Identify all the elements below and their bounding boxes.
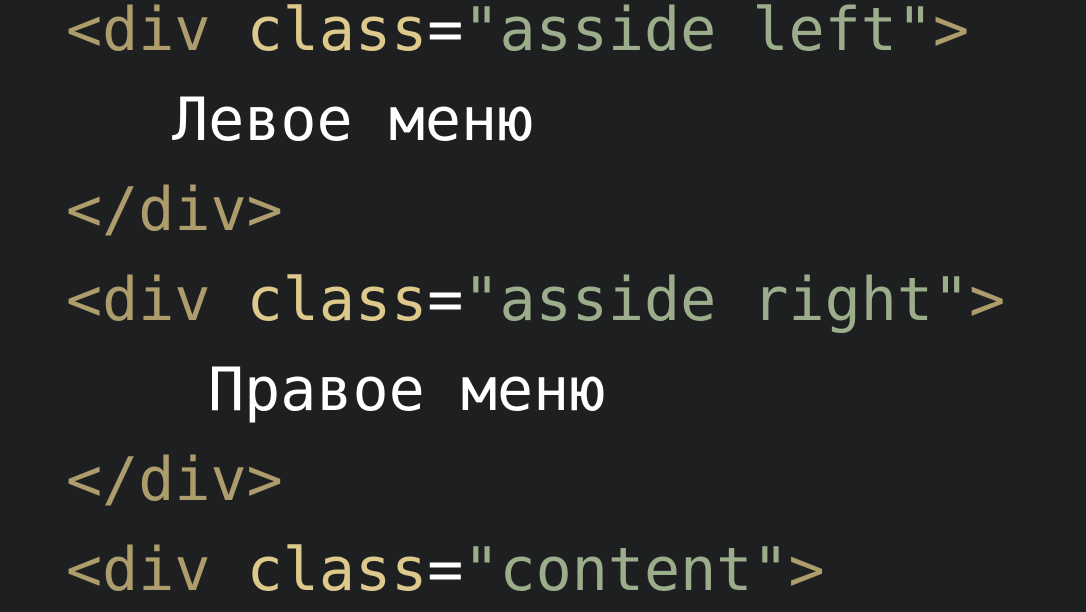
attribute-name: class	[246, 0, 428, 65]
tag-open: <div	[66, 265, 211, 335]
tag-open: <div	[66, 535, 211, 605]
text-content: Правое меню	[208, 355, 606, 425]
text-content: Левое меню	[172, 85, 534, 155]
equals-sign: =	[427, 0, 464, 65]
closing-tag: </div>	[66, 175, 283, 245]
tag-close: >	[932, 0, 970, 65]
code-editor[interactable]: <div class = "asside left" > Левое меню </d…	[0, 0, 1086, 612]
equals-sign: =	[427, 535, 464, 605]
tag-open: <div	[66, 0, 211, 65]
attribute-value: "asside left"	[463, 0, 933, 65]
attribute-value: "asside right"	[463, 265, 970, 335]
closing-tag: </div>	[66, 445, 283, 515]
code-line-3: </div>	[66, 165, 283, 255]
attribute-value: "content"	[463, 535, 789, 605]
tag-close: >	[788, 535, 825, 605]
attribute-name: class	[246, 535, 428, 605]
code-line-7: <div class = "content" >	[66, 525, 825, 612]
attribute-name: class	[246, 265, 428, 335]
equals-sign: =	[427, 265, 464, 335]
code-line-4: <div class = "asside right" >	[66, 255, 1005, 345]
code-line-2: Левое меню	[172, 75, 533, 165]
code-line-1: <div class = "asside left" >	[66, 0, 969, 75]
code-line-5: Правое меню	[208, 345, 605, 435]
code-line-6: </div>	[66, 435, 283, 525]
tag-close: >	[969, 265, 1006, 335]
